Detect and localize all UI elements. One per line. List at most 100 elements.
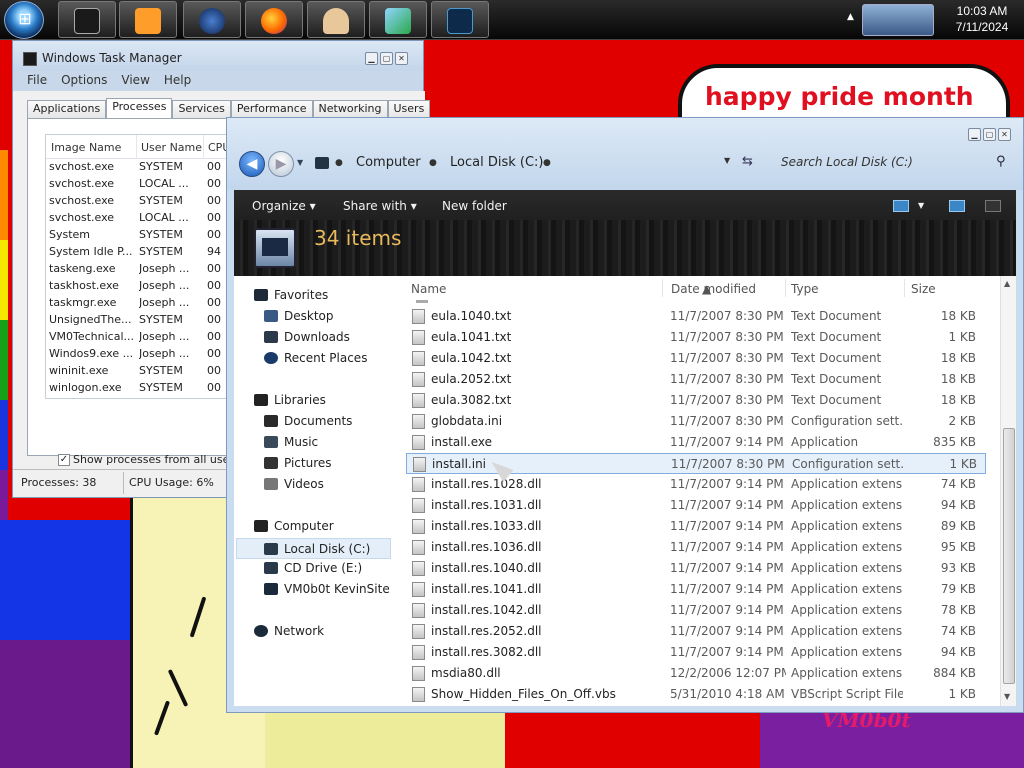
forward-button[interactable]: ▶ (268, 151, 294, 177)
close-button[interactable]: ✕ (998, 128, 1011, 141)
process-row[interactable]: taskhost.exe Joseph ... 00 (46, 278, 240, 295)
taskbar-app-media-player[interactable] (119, 1, 177, 38)
process-row[interactable]: Windos9.exe ... Joseph ... 00 (46, 346, 240, 363)
process-row[interactable]: System SYSTEM 00 (46, 227, 240, 244)
file-row[interactable]: install.res.1028.dll 11/7/2007 9:14 PM App… (406, 474, 986, 495)
view-dropdown-icon[interactable]: ▼ (918, 201, 924, 210)
scroll-down-icon[interactable]: ▼ (1004, 692, 1010, 701)
tab-services[interactable]: Services (172, 100, 231, 118)
file-row[interactable]: install.res.1036.dll 11/7/2007 9:14 PM App… (406, 537, 986, 558)
nav-music[interactable]: Music (264, 435, 318, 449)
scrollbar-thumb[interactable] (1003, 428, 1015, 684)
close-button[interactable]: ✕ (395, 52, 408, 65)
tab-performance[interactable]: Performance (230, 100, 313, 118)
nav-kevinsite[interactable]: VM0b0t KevinSite (264, 582, 390, 596)
menu-help[interactable]: Help (164, 73, 191, 87)
file-row[interactable]: install.res.1033.dll 11/7/2007 9:14 PM App… (406, 516, 986, 537)
process-list[interactable]: Image Name User Name CPU svchost.exe SYST… (45, 134, 241, 399)
minimize-button[interactable]: ▁ (365, 52, 378, 65)
taskbar-app-media-center[interactable] (58, 1, 116, 38)
column-type[interactable]: Type (791, 282, 819, 296)
breadcrumb-local-disk[interactable]: Local Disk (C:) (450, 155, 543, 170)
file-row[interactable]: Show_Hidden_Files_On_Off.vbs 5/31/2010 4:… (406, 684, 986, 705)
task-manager-titlebar[interactable]: Windows Task Manager ▁ ▢ ✕ (13, 41, 423, 71)
preview-pane-icon[interactable] (949, 200, 965, 212)
nav-network[interactable]: Network (254, 624, 324, 638)
change-view-icon[interactable] (893, 200, 909, 212)
maximize-button[interactable]: ▢ (983, 128, 996, 141)
file-row[interactable]: eula.2052.txt 11/7/2007 8:30 PM Text Docum… (406, 369, 986, 390)
file-row[interactable]: msdia80.dll 12/2/2006 12:07 PM Application… (406, 663, 986, 684)
nav-pictures[interactable]: Pictures (264, 456, 332, 470)
history-dropdown-icon[interactable]: ▼ (297, 158, 303, 167)
breadcrumb-separator-icon[interactable]: ● (335, 158, 343, 168)
taskbar-app-downloader[interactable] (369, 1, 427, 38)
start-button[interactable]: ⊞ (4, 1, 44, 39)
process-row[interactable]: svchost.exe LOCAL ... 00 (46, 210, 240, 227)
file-row[interactable]: eula.3082.txt 11/7/2007 8:30 PM Text Docum… (406, 390, 986, 411)
back-button[interactable]: ◀ (239, 151, 265, 177)
maximize-button[interactable]: ▢ (380, 52, 393, 65)
taskbar-app-globe[interactable] (183, 1, 241, 38)
process-row[interactable]: taskmgr.exe Joseph ... 00 (46, 295, 240, 312)
explorer-titlebar[interactable]: ▁ ▢ ✕ ◀ ▶ ▼ ● Computer ● Local Disk (C:)… (227, 118, 1023, 190)
scroll-up-icon[interactable]: ▲ (1004, 279, 1010, 288)
nav-downloads[interactable]: Downloads (264, 330, 350, 344)
file-row[interactable]: install.res.1040.dll 11/7/2007 9:14 PM App… (406, 558, 986, 579)
process-row[interactable]: taskeng.exe Joseph ... 00 (46, 261, 240, 278)
file-row[interactable]: eula.1041.txt 11/7/2007 8:30 PM Text Docum… (406, 327, 986, 348)
column-date-modified[interactable]: Date modified (671, 282, 756, 296)
tray-expand-icon[interactable]: ▲ (847, 12, 854, 22)
process-row[interactable]: svchost.exe SYSTEM 00 (46, 159, 240, 176)
nav-videos[interactable]: Videos (264, 477, 324, 491)
nav-libraries[interactable]: Libraries (254, 393, 326, 407)
menu-options[interactable]: Options (61, 73, 107, 87)
minimize-button[interactable]: ▁ (968, 128, 981, 141)
file-row[interactable]: install.res.3082.dll 11/7/2007 9:14 PM App… (406, 642, 986, 663)
checkbox-checked-icon[interactable]: ✓ (58, 453, 70, 466)
refresh-icon[interactable]: ⇆ (742, 154, 753, 169)
tab-applications[interactable]: Applications (27, 100, 107, 118)
column-size[interactable]: Size (911, 282, 936, 296)
help-icon[interactable] (985, 200, 1001, 212)
taskbar-clock[interactable]: 10:03 AM 7/11/2024 (940, 3, 1024, 35)
file-row[interactable]: globdata.ini 11/7/2007 8:30 PM Configurati… (406, 411, 986, 432)
taskbar-app-firefox[interactable] (245, 1, 303, 38)
share-with-button[interactable]: Share with ▾ (343, 199, 417, 213)
tab-networking[interactable]: Networking (312, 100, 388, 118)
nav-local-disk[interactable]: Local Disk (C:) (236, 538, 391, 559)
process-row[interactable]: System Idle P... SYSTEM 94 (46, 244, 240, 261)
menu-view[interactable]: View (121, 73, 149, 87)
search-icon[interactable]: ⚲ (996, 154, 1006, 169)
nav-desktop[interactable]: Desktop (264, 309, 334, 323)
taskbar-app-monitor[interactable] (431, 1, 489, 38)
breadcrumb-separator-icon[interactable]: ● (429, 158, 437, 168)
column-divider[interactable] (136, 135, 137, 159)
file-row[interactable]: install.res.2052.dll 11/7/2007 9:14 PM App… (406, 621, 986, 642)
tab-users[interactable]: Users (387, 100, 431, 118)
file-row[interactable]: eula.1042.txt 11/7/2007 8:30 PM Text Docum… (406, 348, 986, 369)
column-image-name[interactable]: Image Name (51, 141, 121, 154)
breadcrumb-computer[interactable]: Computer (356, 155, 421, 170)
organize-button[interactable]: Organize ▾ (252, 199, 316, 213)
search-box[interactable]: Search Local Disk (C:) ⚲ (775, 151, 1015, 175)
file-row[interactable]: eula.1040.txt 11/7/2007 8:30 PM Text Docum… (406, 306, 986, 327)
nav-cd-drive[interactable]: CD Drive (E:) (264, 561, 362, 575)
process-row[interactable]: svchost.exe LOCAL ... 00 (46, 176, 240, 193)
menu-file[interactable]: File (27, 73, 47, 87)
new-folder-button[interactable]: New folder (442, 199, 507, 213)
taskbar-app-user[interactable] (307, 1, 365, 38)
column-user-name[interactable]: User Name (141, 141, 202, 154)
nav-favorites[interactable]: Favorites (254, 288, 328, 302)
address-dropdown-icon[interactable]: ▼ (724, 156, 730, 165)
process-row[interactable]: UnsignedThe... SYSTEM 00 (46, 312, 240, 329)
process-row[interactable]: winlogon.exe SYSTEM 00 (46, 380, 240, 397)
column-divider[interactable] (203, 135, 204, 159)
file-row[interactable]: install.res.1041.dll 11/7/2007 9:14 PM App… (406, 579, 986, 600)
process-row[interactable]: svchost.exe SYSTEM 00 (46, 193, 240, 210)
process-row[interactable]: wininit.exe SYSTEM 00 (46, 363, 240, 380)
column-divider[interactable] (662, 279, 663, 297)
breadcrumb-separator-icon[interactable]: ● (543, 158, 551, 168)
tab-processes[interactable]: Processes (106, 98, 173, 119)
address-bar[interactable]: ● Computer ● Local Disk (C:) ● (311, 151, 763, 176)
